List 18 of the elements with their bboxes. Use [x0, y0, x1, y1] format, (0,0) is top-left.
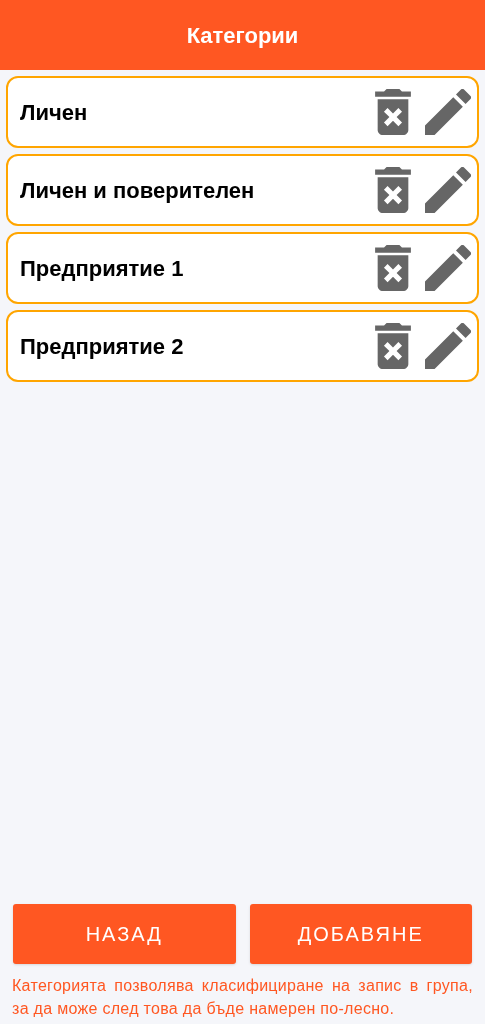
delete-icon[interactable] [375, 167, 411, 213]
category-name: Личен [20, 98, 89, 127]
delete-icon[interactable] [375, 323, 411, 369]
edit-icon[interactable] [425, 323, 471, 369]
delete-icon[interactable] [375, 89, 411, 135]
category-card[interactable]: Предприятие 1 [6, 232, 479, 304]
category-card[interactable]: Личен [6, 76, 479, 148]
category-name: Предприятие 2 [20, 332, 185, 361]
category-name: Предприятие 1 [20, 254, 185, 283]
delete-icon[interactable] [375, 245, 411, 291]
edit-icon[interactable] [425, 245, 471, 291]
category-card[interactable]: Предприятие 2 [6, 310, 479, 382]
footer-note: Категорията позволява класифициране на запис в група, за да може след това да бъде намерен по-лесно. [11, 976, 474, 1019]
category-name: Личен и поверителен [20, 176, 256, 205]
edit-icon[interactable] [425, 167, 471, 213]
edit-icon[interactable] [425, 89, 471, 135]
category-card[interactable]: Личен и поверителен [6, 154, 479, 226]
header-title: Категории [186, 21, 299, 50]
